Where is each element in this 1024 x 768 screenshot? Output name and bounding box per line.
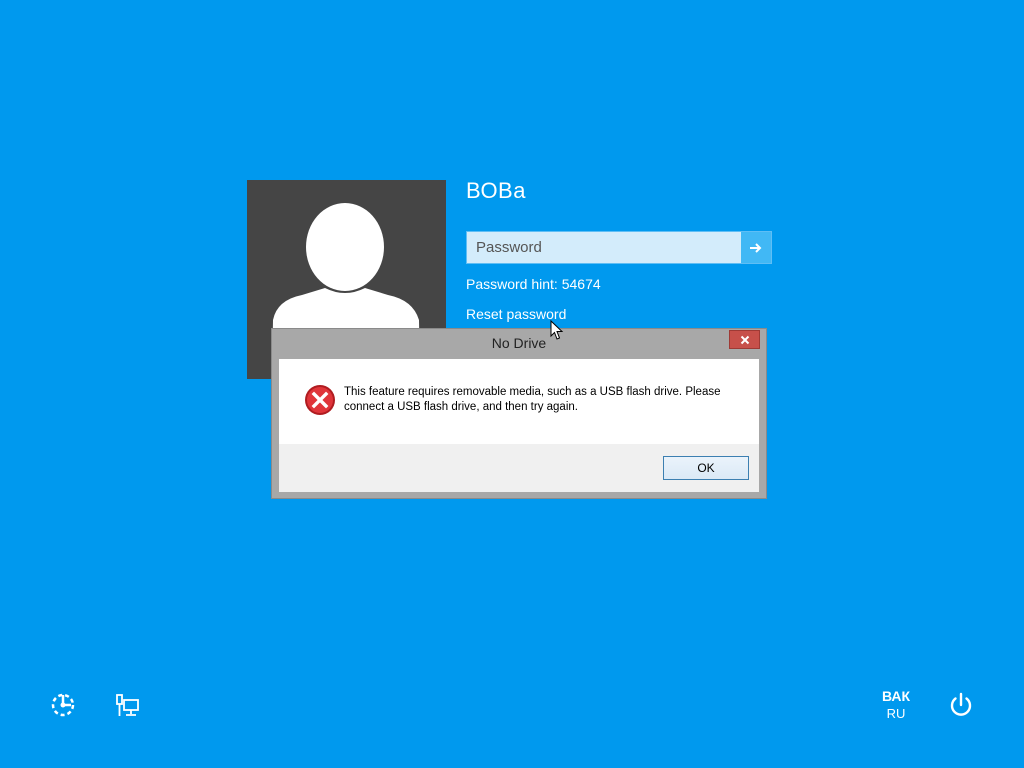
error-icon xyxy=(305,385,335,415)
password-box xyxy=(466,231,772,264)
dialog-titlebar[interactable]: No Drive xyxy=(272,329,766,359)
username-label: ВОВа xyxy=(466,178,526,203)
arrow-right-icon xyxy=(750,242,762,253)
no-drive-dialog: No Drive This feature requires removable… xyxy=(271,328,767,499)
close-icon xyxy=(740,335,749,344)
dialog-title: No Drive xyxy=(491,335,547,351)
dialog-close-button[interactable] xyxy=(729,330,760,349)
ok-button[interactable]: OK xyxy=(663,456,749,480)
network-button[interactable] xyxy=(114,692,142,720)
dialog-footer: OK xyxy=(279,444,759,492)
mouse-cursor-icon xyxy=(550,320,564,340)
password-hint: Password hint: 54674 xyxy=(466,276,601,292)
network-icon xyxy=(116,694,139,716)
language-sub: RU xyxy=(886,706,906,721)
power-icon xyxy=(950,692,972,716)
login-screen: ВОВа Password hint: 54674 Reset password… xyxy=(0,0,1024,768)
submit-button[interactable] xyxy=(741,232,771,263)
power-button[interactable] xyxy=(947,691,975,719)
language-code: ВАК xyxy=(881,688,911,704)
ease-of-access-icon xyxy=(51,693,75,717)
language-switcher[interactable]: ВАК RU xyxy=(872,687,920,723)
dialog-message: This feature requires removable media, s… xyxy=(344,386,721,413)
password-input[interactable] xyxy=(467,232,741,263)
dialog-body: This feature requires removable media, s… xyxy=(279,359,759,444)
ease-of-access-button[interactable] xyxy=(49,691,77,719)
